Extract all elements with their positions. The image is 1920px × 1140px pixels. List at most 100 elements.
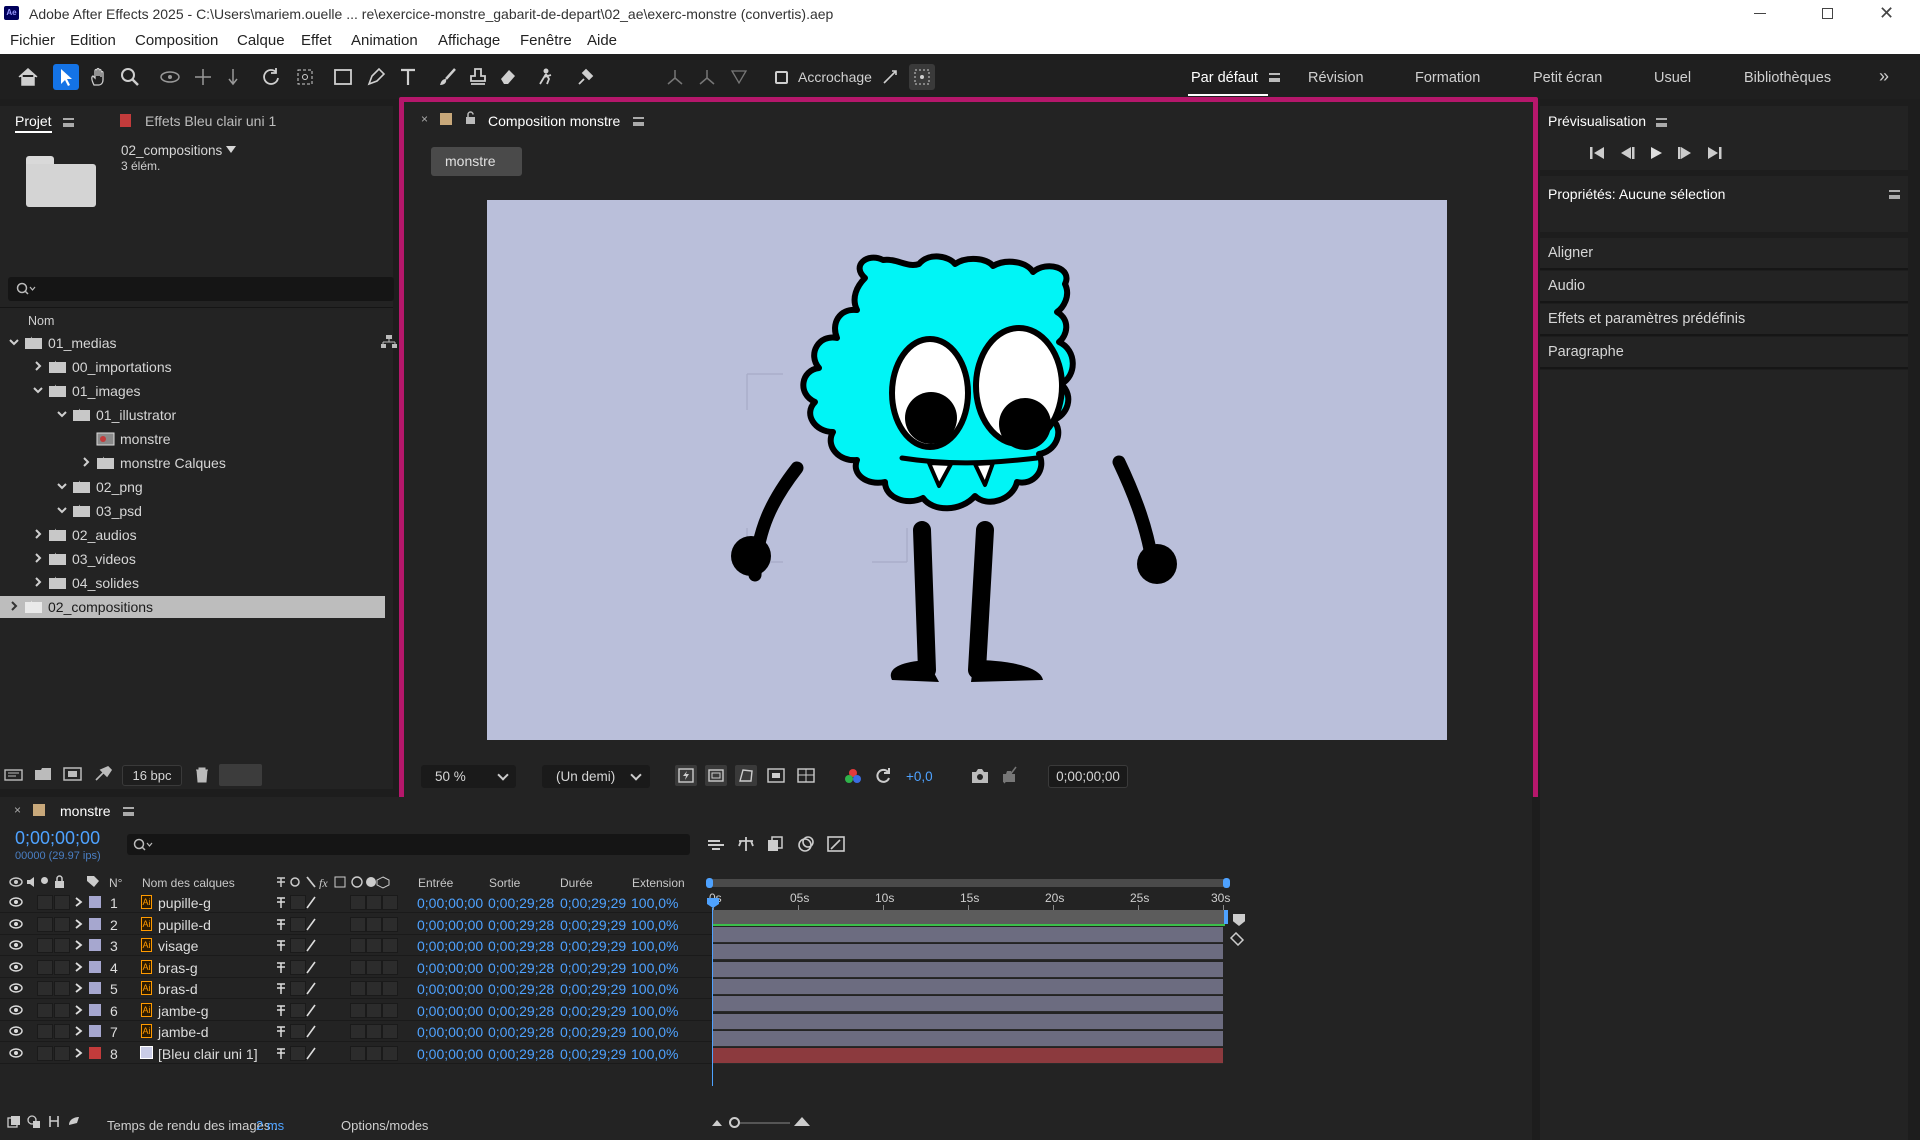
collapse-switch[interactable] xyxy=(290,895,306,910)
project-item[interactable]: 02_audios xyxy=(0,524,385,546)
timeline-menu-icon[interactable] xyxy=(123,807,134,816)
home-icon[interactable] xyxy=(15,64,41,90)
restore-button[interactable] xyxy=(1822,8,1833,19)
snap-features-icon[interactable] xyxy=(909,64,935,90)
composition-menu-icon[interactable] xyxy=(633,117,644,126)
chevron-right-icon[interactable] xyxy=(74,896,84,908)
zoom-in-icon[interactable] xyxy=(794,1117,810,1126)
composition-breadcrumb[interactable]: monstre xyxy=(431,147,522,176)
chevron-down-icon[interactable] xyxy=(226,146,236,153)
eye-icon[interactable] xyxy=(9,897,23,907)
in-out-toggle-icon[interactable] xyxy=(47,1115,61,1128)
channel-rgb-icon[interactable] xyxy=(844,768,862,784)
tab-effects-controls[interactable]: Effets Bleu clair uni 1 xyxy=(145,113,276,129)
chevron-down-icon[interactable] xyxy=(8,336,20,348)
project-item[interactable]: 00_importations xyxy=(0,356,385,378)
minimize-button[interactable] xyxy=(1754,13,1766,14)
quality-switch-icon[interactable] xyxy=(305,895,317,909)
layer-duration-bar[interactable] xyxy=(713,1048,1223,1065)
view-axis-icon[interactable] xyxy=(726,64,752,90)
render-queue-icon[interactable] xyxy=(94,766,112,782)
layer-out[interactable]: 0;00;29;28 xyxy=(488,895,554,911)
3d-switch[interactable] xyxy=(382,895,398,910)
hand-tool-icon[interactable] xyxy=(86,64,112,90)
puppet-pin-tool-icon[interactable] xyxy=(572,64,598,90)
blending-switch[interactable] xyxy=(366,895,382,910)
color-swatch-button[interactable] xyxy=(219,764,262,786)
transparency-grid-icon[interactable] xyxy=(705,765,727,786)
work-area-start-handle[interactable] xyxy=(706,878,713,888)
work-area-bar[interactable] xyxy=(709,879,1229,887)
exposure-value[interactable]: +0,0 xyxy=(906,769,933,784)
layer-search-input[interactable] xyxy=(127,834,690,855)
column-layer-name[interactable]: Nom des calques xyxy=(142,876,235,890)
workspace-default[interactable]: Par défaut xyxy=(1191,70,1258,86)
menu-edition[interactable]: Edition xyxy=(70,32,116,49)
anchor-point-tool-icon[interactable] xyxy=(292,64,318,90)
local-axis-icon[interactable] xyxy=(662,64,688,90)
next-frame-icon[interactable] xyxy=(1677,146,1693,160)
tab-composition[interactable]: Composition monstre xyxy=(488,113,620,129)
mask-visibility-icon[interactable] xyxy=(735,765,757,786)
shy-switch-icon[interactable] xyxy=(275,895,287,909)
close-tab-icon[interactable]: × xyxy=(14,803,21,817)
menu-fenetre[interactable]: Fenêtre xyxy=(520,32,572,49)
resolution-dropdown[interactable]: (Un demi) xyxy=(542,765,650,788)
layer-in[interactable]: 0;00;00;00 xyxy=(417,895,483,911)
close-window-button[interactable]: ✕ xyxy=(1879,3,1894,24)
previous-frame-icon[interactable] xyxy=(1619,146,1635,160)
brush-tool-icon[interactable] xyxy=(435,64,461,90)
workspace-menu-icon[interactable] xyxy=(1269,73,1280,82)
play-icon[interactable] xyxy=(1649,146,1663,160)
layer-duration-bar[interactable] xyxy=(713,1030,1223,1047)
zoom-out-icon[interactable] xyxy=(712,1120,722,1126)
chevron-down-icon[interactable] xyxy=(56,408,68,420)
workspace-usuel[interactable]: Usuel xyxy=(1654,70,1691,86)
interpret-footage-icon[interactable] xyxy=(4,768,24,782)
transfer-controls-toggle-icon[interactable] xyxy=(27,1115,41,1128)
workspace-revision[interactable]: Révision xyxy=(1308,70,1364,86)
column-in[interactable]: Entrée xyxy=(418,876,453,890)
align-section[interactable]: Aligner xyxy=(1540,238,1908,270)
menu-aide[interactable]: Aide xyxy=(587,32,617,49)
grid-guides-icon[interactable] xyxy=(795,765,817,786)
frame-blending-icon[interactable] xyxy=(796,835,816,853)
close-tab-icon[interactable]: × xyxy=(421,112,428,126)
menu-composition[interactable]: Composition xyxy=(135,32,218,49)
project-item[interactable]: 02_compositions xyxy=(0,596,385,618)
hide-shy-layers-icon[interactable] xyxy=(766,835,786,853)
tab-project[interactable]: Projet xyxy=(15,113,52,133)
chevron-right-icon[interactable] xyxy=(32,576,44,588)
composition-canvas[interactable] xyxy=(487,200,1447,740)
region-of-interest-icon[interactable] xyxy=(765,765,787,786)
layer-stretch[interactable]: 100,0% xyxy=(631,895,678,911)
column-duration[interactable]: Durée xyxy=(560,876,593,890)
layer-end-handle[interactable] xyxy=(1224,910,1228,924)
column-stretch[interactable]: Extension xyxy=(632,876,685,890)
snap-options-icon[interactable] xyxy=(877,64,903,90)
zoom-tool-icon[interactable] xyxy=(117,64,143,90)
chevron-right-icon[interactable] xyxy=(8,600,20,612)
project-search-input[interactable] xyxy=(8,277,394,301)
menu-effet[interactable]: Effet xyxy=(301,32,332,49)
workspace-petit-ecran[interactable]: Petit écran xyxy=(1533,70,1602,86)
rotate-tool-icon[interactable] xyxy=(258,64,284,90)
comp-marker-well-icon[interactable] xyxy=(1233,914,1245,926)
chevron-right-icon[interactable] xyxy=(80,456,92,468)
column-number[interactable]: N° xyxy=(109,876,122,890)
column-name-header[interactable]: Nom xyxy=(28,314,54,328)
pan-camera-icon[interactable] xyxy=(190,64,216,90)
snapping-checkbox[interactable] xyxy=(768,64,794,90)
properties-menu-icon[interactable] xyxy=(1889,190,1900,199)
project-item[interactable]: monstre xyxy=(0,428,385,450)
reset-exposure-icon[interactable] xyxy=(874,767,892,785)
column-out[interactable]: Sortie xyxy=(489,876,520,890)
layer-duration-bar[interactable] xyxy=(713,1013,1223,1030)
layer-name[interactable]: pupille-g xyxy=(158,895,211,911)
bpc-button[interactable]: 16 bpc xyxy=(122,765,182,786)
project-item[interactable]: 01_illustrator xyxy=(0,404,385,426)
project-item[interactable]: 03_psd xyxy=(0,500,385,522)
first-frame-icon[interactable] xyxy=(1589,146,1605,160)
layer-duration-bar[interactable] xyxy=(713,961,1223,978)
project-item[interactable]: 01_medias xyxy=(0,332,385,354)
